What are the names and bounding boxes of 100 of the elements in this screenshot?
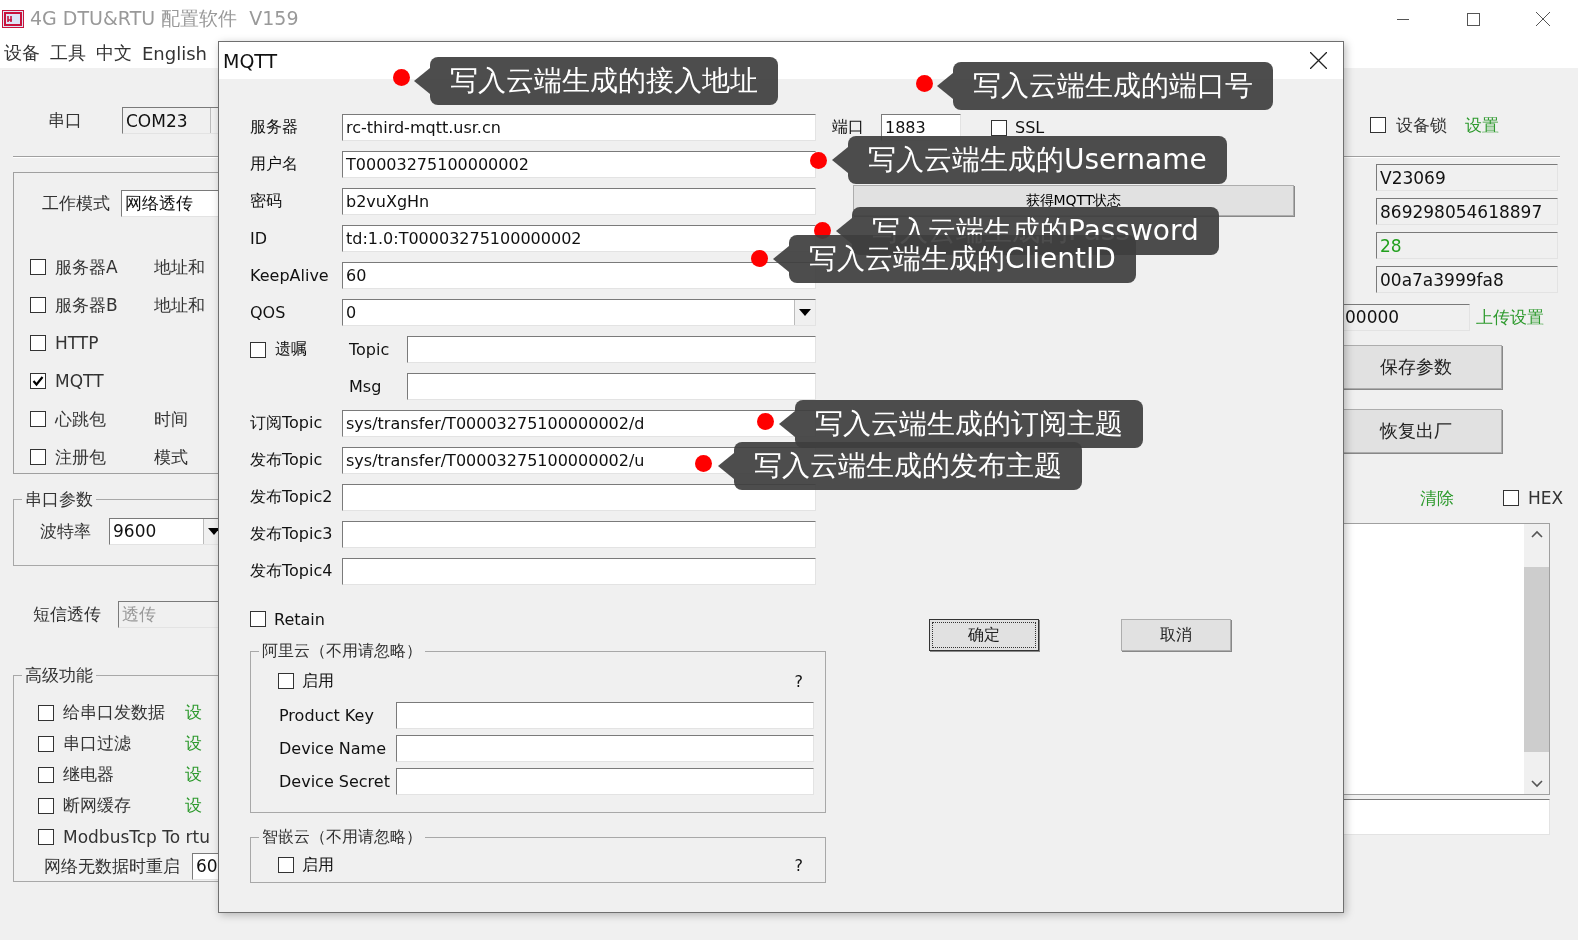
checkbox[interactable] (991, 119, 1007, 136)
checkbox-label: 遗嘱 (275, 339, 308, 360)
caret-icon (799, 309, 811, 316)
field-label: 用户名 (250, 154, 299, 175)
checkbox[interactable] (30, 335, 46, 351)
baud-combo[interactable]: 9600 (109, 517, 218, 545)
checkbox[interactable] (38, 735, 54, 752)
checkbox-label: 启用 (302, 854, 334, 876)
info-field: 00a7a3999fa8 (1376, 266, 1558, 293)
checkbox[interactable] (30, 449, 46, 465)
checkbox-label: 给串口发数据 (63, 701, 166, 724)
help-mark[interactable]: ? (794, 855, 803, 875)
checkbox[interactable] (38, 704, 54, 721)
checkbox[interactable] (30, 297, 46, 313)
caret-icon (208, 527, 218, 535)
checkbox-label: HTTP (55, 333, 100, 353)
menu-item[interactable]: 中文 (94, 41, 138, 65)
menu-item[interactable]: English (140, 42, 213, 64)
checkbox-label: ModbusTcp To rtu (63, 826, 211, 847)
checkbox[interactable] (250, 341, 266, 358)
qos-select[interactable]: 0 (342, 299, 816, 326)
checkbox[interactable] (278, 673, 294, 689)
field-label: 模式 (154, 445, 188, 469)
field-label: 密码 (250, 191, 283, 212)
text-field[interactable]: rc-third-mqtt.usr.cn (342, 114, 816, 141)
checkbox[interactable] (30, 259, 46, 275)
field-label: 时间 (154, 407, 188, 431)
checkbox[interactable] (1503, 490, 1519, 506)
group-title: 智嵌云（不用请忽略） (261, 827, 423, 848)
checkbox-label: 断网缓存 (63, 794, 132, 817)
field-label: 订阅Topic (250, 413, 324, 434)
checkbox-label: 设备锁 (1396, 113, 1447, 137)
field-label: ID (250, 229, 269, 248)
checkbox[interactable] (30, 373, 46, 389)
dialog-button[interactable]: 确定 (929, 619, 1039, 651)
text-field[interactable]: b2vuXgHn (342, 188, 816, 215)
window-title: 4G DTU&RTU 配置软件 V159 (30, 6, 299, 31)
checkbox[interactable] (278, 857, 294, 873)
checkbox-label: SSL (1015, 118, 1045, 137)
minimize-icon[interactable] (1397, 18, 1409, 20)
work-mode-combo[interactable]: 网络透传 (121, 189, 218, 217)
field-label: Topic (349, 340, 391, 359)
field-label: 发布Topic2 (250, 487, 334, 508)
text-field[interactable] (342, 558, 816, 585)
text-field[interactable] (407, 336, 816, 363)
checkbox-label: 心跳包 (55, 407, 107, 431)
group-title: 阿里云（不用请忽略） (261, 641, 423, 662)
chevron-up-icon[interactable] (1530, 530, 1543, 538)
maximize-icon[interactable] (1466, 12, 1480, 26)
field-label: Device Secret (279, 772, 391, 791)
field-label: 服务器 (250, 117, 299, 138)
info-field: V23069 (1376, 164, 1558, 191)
text-field[interactable]: T00003275100000002 (342, 151, 816, 178)
checkbox-label: 注册包 (55, 445, 107, 469)
checkbox[interactable] (38, 766, 54, 783)
restart-field[interactable]: 60 (192, 852, 218, 880)
text-field[interactable] (396, 768, 814, 795)
port-label: 串口 (48, 109, 83, 132)
close-icon[interactable] (1310, 52, 1327, 69)
checkbox-label: 服务器A (55, 255, 119, 279)
text-field[interactable] (396, 702, 814, 729)
info-field: 28 (1376, 232, 1558, 259)
checkbox-label: Retain (274, 609, 325, 629)
callout-tooltip: 写入云端生成的发布主题 (718, 442, 1082, 490)
sms-label: 短信透传 (33, 602, 102, 626)
checkbox[interactable] (38, 828, 54, 845)
callout-tooltip: 写入云端生成的Username (832, 136, 1227, 184)
callout-tooltip: 写入云端生成的端口号 (937, 62, 1273, 110)
group-title: 高级功能 (24, 664, 94, 687)
app-logo-icon (2, 10, 24, 28)
group-title: 串口参数 (24, 488, 94, 511)
checkbox[interactable] (250, 611, 266, 627)
checkbox-label: 启用 (302, 670, 334, 692)
checkbox[interactable] (30, 411, 46, 427)
dialog-button[interactable]: 取消 (1121, 619, 1231, 651)
text-field[interactable] (342, 484, 816, 511)
field-label: 地址和 (154, 293, 205, 317)
checkbox-label: 串口过滤 (63, 732, 132, 755)
field-label: 地址和 (154, 255, 205, 279)
text-field[interactable] (342, 521, 816, 548)
checkbox-label: MQTT (55, 371, 105, 391)
checkbox[interactable] (38, 797, 54, 814)
menu-item[interactable]: 设备 (2, 41, 46, 65)
scrollbar[interactable] (1524, 524, 1549, 794)
checkbox-label: HEX (1528, 488, 1564, 508)
port-combo[interactable]: COM23 (122, 107, 218, 134)
restart-label: 网络无数据时重启 (44, 854, 181, 878)
field-label: Product Key (279, 706, 375, 725)
dialog-title: MQTT (223, 49, 278, 72)
field-label: 端口 (832, 117, 865, 138)
info-field: 869298054618897 (1376, 198, 1558, 225)
close-icon[interactable] (1536, 12, 1550, 26)
checkbox[interactable] (1370, 117, 1386, 133)
chevron-down-icon[interactable] (1530, 780, 1543, 788)
baud-label: 波特率 (40, 519, 92, 543)
text-field[interactable] (407, 373, 816, 400)
help-mark[interactable]: ? (794, 671, 803, 691)
text-field[interactable] (396, 735, 814, 762)
menu-item[interactable]: 工具 (48, 41, 92, 65)
work-mode-label: 工作模式 (42, 191, 111, 215)
